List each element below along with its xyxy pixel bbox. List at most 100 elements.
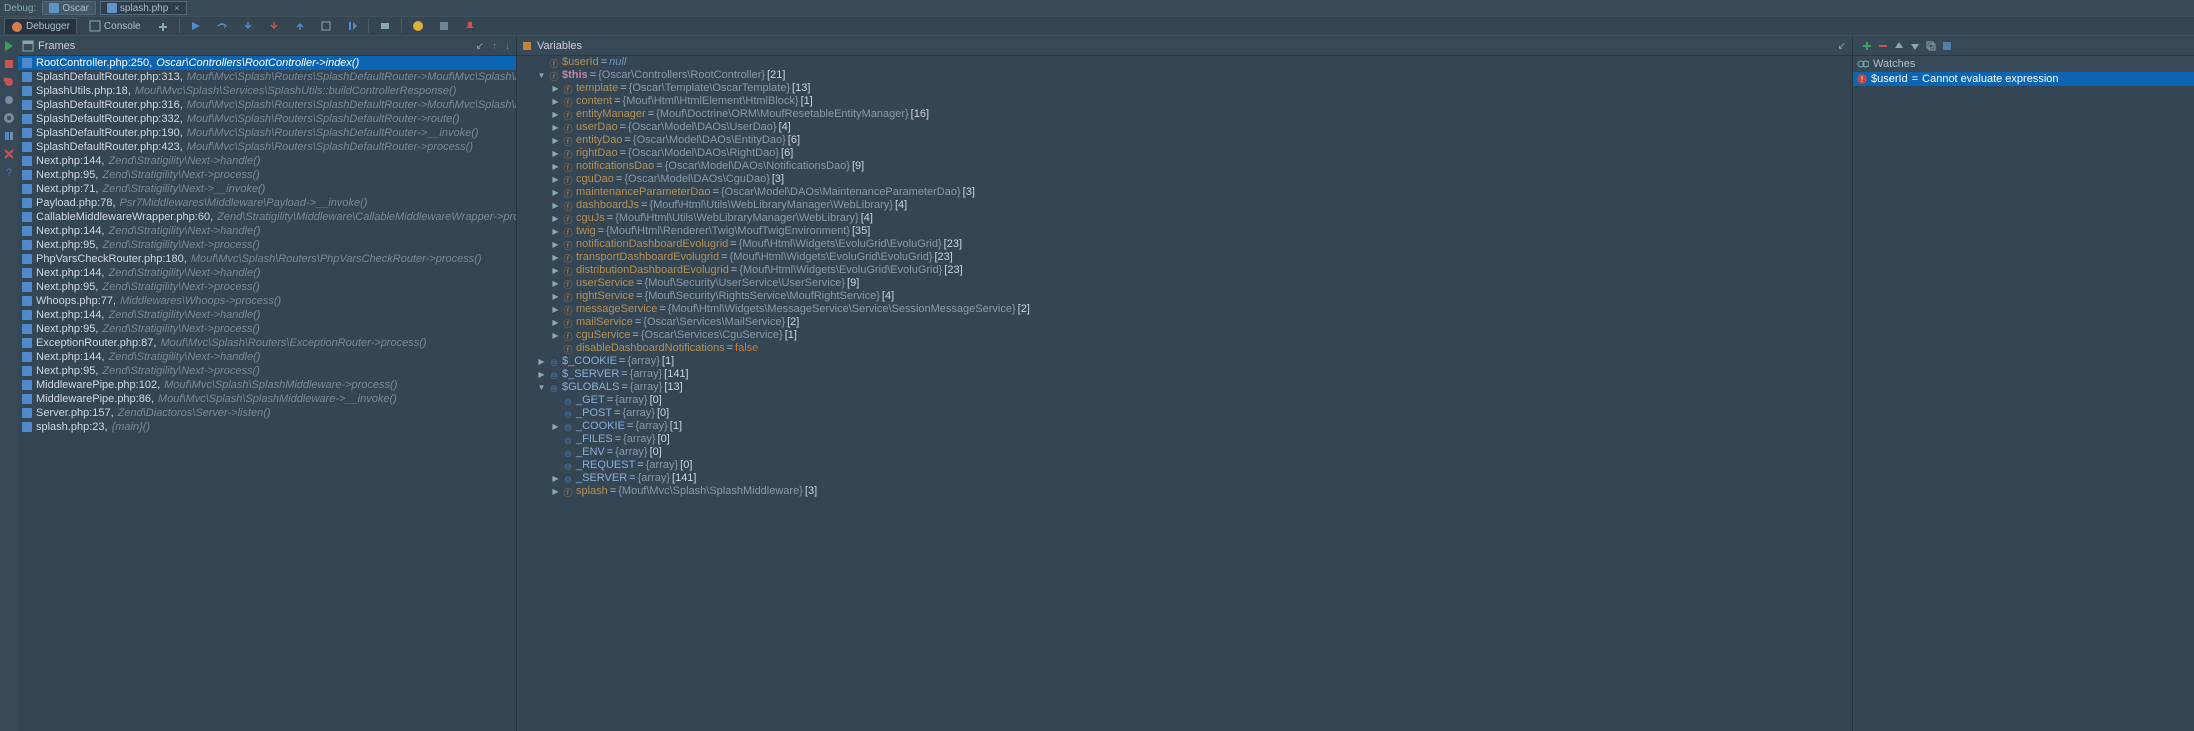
frame-row[interactable]: Next.php:144, Zend\Stratigility\Next->ha… — [18, 266, 516, 280]
frame-row[interactable]: MiddlewarePipe.php:102, Mouf\Mvc\Splash\… — [18, 378, 516, 392]
tree-toggle-icon[interactable]: ▶ — [551, 277, 560, 290]
evaluate-expression-icon[interactable] — [375, 20, 395, 32]
tree-toggle-icon[interactable]: ▶ — [551, 264, 560, 277]
tree-toggle-icon[interactable]: ▶ — [551, 134, 560, 147]
variable-row[interactable]: ▶ⓕ transportDashboardEvolugrid = {Mouf\H… — [517, 251, 1852, 264]
variable-row[interactable]: ▶ⓕ content = {Mouf\Html\HtmlElement\Html… — [517, 95, 1852, 108]
settings-icon[interactable] — [434, 20, 454, 32]
show-execution-point-icon[interactable] — [186, 20, 206, 32]
run-config-tab-splash[interactable]: splash.php × — [100, 1, 187, 15]
tree-toggle-icon[interactable]: ▶ — [551, 160, 560, 173]
sort-up-icon[interactable]: ↑ — [490, 40, 499, 52]
tree-toggle-icon[interactable]: ▶ — [551, 316, 560, 329]
frame-row[interactable]: SplashDefaultRouter.php:190, Mouf\Mvc\Sp… — [18, 126, 516, 140]
variable-row[interactable]: ⓕ $userId = null — [517, 56, 1852, 69]
variable-row[interactable]: ▶ⓕ messageService = {Mouf\Html\Widgets\M… — [517, 303, 1852, 316]
tree-toggle-icon[interactable]: ▶ — [551, 485, 560, 498]
variable-row[interactable]: ▶⦾ _COOKIE = {array} [1] — [517, 420, 1852, 433]
settings-icon[interactable] — [3, 112, 15, 124]
frame-row[interactable]: SplashUtils.php:18, Mouf\Mvc\Splash\Serv… — [18, 84, 516, 98]
tree-toggle-icon[interactable]: ▶ — [551, 186, 560, 199]
variable-row[interactable]: ▶ⓕ userDao = {Oscar\Model\DAOs\UserDao} … — [517, 121, 1852, 134]
variable-row[interactable]: ▶ⓕ twig = {Mouf\Html\Renderer\Twig\MoufT… — [517, 225, 1852, 238]
watch-down-icon[interactable] — [1909, 40, 1921, 52]
variable-row[interactable]: ▶ⓕ notificationsDao = {Oscar\Model\DAOs\… — [517, 160, 1852, 173]
frame-row[interactable]: SplashDefaultRouter.php:316, Mouf\Mvc\Sp… — [18, 98, 516, 112]
tree-toggle-icon[interactable]: ▶ — [551, 212, 560, 225]
frame-row[interactable]: Server.php:157, Zend\Diactoros\Server->l… — [18, 406, 516, 420]
dropdown-icon[interactable]: ↙ — [1836, 40, 1848, 52]
tree-toggle-icon[interactable]: ▶ — [551, 108, 560, 121]
watch-row[interactable]: !$userId = Cannot evaluate expression — [1853, 72, 2194, 86]
force-step-into-icon[interactable] — [264, 20, 284, 32]
variable-row[interactable]: ▶⦾ _SERVER = {array} [141] — [517, 472, 1852, 485]
tree-toggle-icon[interactable]: ▶ — [551, 82, 560, 95]
step-into-icon[interactable] — [238, 20, 258, 32]
frame-row[interactable]: Next.php:71, Zend\Stratigility\Next->__i… — [18, 182, 516, 196]
console-tab[interactable]: Console — [83, 18, 147, 34]
frame-row[interactable]: Next.php:144, Zend\Stratigility\Next->ha… — [18, 154, 516, 168]
frame-row[interactable]: Next.php:95, Zend\Stratigility\Next->pro… — [18, 238, 516, 252]
variables-tree[interactable]: ⓕ $userId = null▼ⓕ $this = {Oscar\Contro… — [517, 56, 1852, 731]
variable-row[interactable]: ▶ⓕ entityManager = {Mouf\Doctrine\ORM\Mo… — [517, 108, 1852, 121]
tree-toggle-icon[interactable]: ▶ — [551, 420, 560, 433]
frame-row[interactable]: Next.php:144, Zend\Stratigility\Next->ha… — [18, 308, 516, 322]
variable-row[interactable]: ▶⦾ $_SERVER = {array} [141] — [517, 368, 1852, 381]
variable-row[interactable]: ⦾ _ENV = {array} [0] — [517, 446, 1852, 459]
tree-toggle-icon[interactable]: ▶ — [551, 472, 560, 485]
frame-row[interactable]: Next.php:95, Zend\Stratigility\Next->pro… — [18, 364, 516, 378]
run-to-cursor-icon[interactable] — [342, 20, 362, 32]
variable-row[interactable]: ▶ⓕ distributionDashboardEvolugrid = {Mou… — [517, 264, 1852, 277]
dropdown-icon[interactable]: ↙ — [474, 40, 486, 52]
tree-toggle-icon[interactable]: ▶ — [551, 238, 560, 251]
variable-row[interactable]: ▶ⓕ userService = {Mouf\Security\UserServ… — [517, 277, 1852, 290]
variable-row[interactable]: ▶ⓕ template = {Oscar\Template\OscarTempl… — [517, 82, 1852, 95]
frame-row[interactable]: MiddlewarePipe.php:86, Mouf\Mvc\Splash\S… — [18, 392, 516, 406]
pin-icon[interactable] — [460, 20, 480, 32]
variable-row[interactable]: ▶ⓕ dashboardJs = {Mouf\Html\Utils\WebLib… — [517, 199, 1852, 212]
frame-row[interactable]: SplashDefaultRouter.php:313, Mouf\Mvc\Sp… — [18, 70, 516, 84]
frame-row[interactable]: Payload.php:78, Psr7Middlewares\Middlewa… — [18, 196, 516, 210]
variable-row[interactable]: ▶ⓕ cguDao = {Oscar\Model\DAOs\CguDao} [3… — [517, 173, 1852, 186]
frame-row[interactable]: RootController.php:250, Oscar\Controller… — [18, 56, 516, 70]
tree-toggle-icon[interactable]: ▶ — [551, 121, 560, 134]
variable-row[interactable]: ▶ⓕ splash = {Mouf\Mvc\Splash\SplashMiddl… — [517, 485, 1852, 498]
frame-row[interactable]: Next.php:95, Zend\Stratigility\Next->pro… — [18, 168, 516, 182]
variable-row[interactable]: ▶⦾ $_COOKIE = {array} [1] — [517, 355, 1852, 368]
output-toggle-icon[interactable] — [153, 20, 173, 32]
help-icon[interactable]: ? — [3, 166, 15, 178]
tree-toggle-icon[interactable]: ▶ — [551, 225, 560, 238]
variable-row[interactable]: ▼⦾ $GLOBALS = {array} [13] — [517, 381, 1852, 394]
frame-row[interactable]: splash.php:23, {main}() — [18, 420, 516, 434]
tree-toggle-icon[interactable]: ▶ — [551, 173, 560, 186]
show-watches-icon[interactable] — [1941, 40, 1953, 52]
variable-row[interactable]: ▶ⓕ notificationDashboardEvolugrid = {Mou… — [517, 238, 1852, 251]
frame-row[interactable]: Next.php:144, Zend\Stratigility\Next->ha… — [18, 224, 516, 238]
variable-row[interactable]: ▼ⓕ $this = {Oscar\Controllers\RootContro… — [517, 69, 1852, 82]
stop-icon[interactable] — [3, 58, 15, 70]
tree-toggle-icon[interactable]: ▼ — [537, 381, 546, 394]
step-out-icon[interactable] — [290, 20, 310, 32]
run-config-tab-oscar[interactable]: Oscar — [42, 1, 96, 15]
variable-row[interactable]: ▶ⓕ cguJs = {Mouf\Html\Utils\WebLibraryMa… — [517, 212, 1852, 225]
variable-row[interactable]: ▶ⓕ cguService = {Oscar\Services\CguServi… — [517, 329, 1852, 342]
variable-row[interactable]: ▶ⓕ rightDao = {Oscar\Model\DAOs\RightDao… — [517, 147, 1852, 160]
frames-list[interactable]: RootController.php:250, Oscar\Controller… — [18, 56, 516, 731]
frame-row[interactable]: Next.php:95, Zend\Stratigility\Next->pro… — [18, 322, 516, 336]
tree-toggle-icon[interactable]: ▶ — [551, 290, 560, 303]
frame-row[interactable]: SplashDefaultRouter.php:332, Mouf\Mvc\Sp… — [18, 112, 516, 126]
rerun-failed-icon[interactable] — [408, 20, 428, 32]
resume-icon[interactable] — [3, 40, 15, 52]
tree-toggle-icon[interactable]: ▼ — [537, 69, 546, 82]
tree-toggle-icon[interactable]: ▶ — [551, 329, 560, 342]
view-breakpoints-icon[interactable] — [3, 76, 15, 88]
duplicate-watch-icon[interactable] — [1925, 40, 1937, 52]
variable-row[interactable]: ⦾ _FILES = {array} [0] — [517, 433, 1852, 446]
frame-row[interactable]: CallableMiddlewareWrapper.php:60, Zend\S… — [18, 210, 516, 224]
variable-row[interactable]: ⦾ _GET = {array} [0] — [517, 394, 1852, 407]
variable-row[interactable]: ⦾ _POST = {array} [0] — [517, 407, 1852, 420]
watch-up-icon[interactable] — [1893, 40, 1905, 52]
tree-toggle-icon[interactable]: ▶ — [551, 303, 560, 316]
variable-row[interactable]: ⦾ _REQUEST = {array} [0] — [517, 459, 1852, 472]
variable-row[interactable]: ▶ⓕ mailService = {Oscar\Services\MailSer… — [517, 316, 1852, 329]
